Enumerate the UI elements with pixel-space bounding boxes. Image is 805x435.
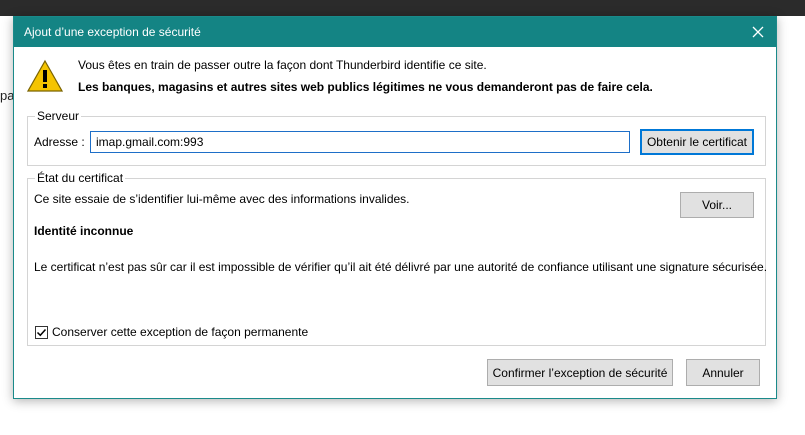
get-certificate-button[interactable]: Obtenir le certificat bbox=[640, 129, 754, 155]
address-label: Adresse : bbox=[34, 135, 85, 149]
server-group-label: Serveur bbox=[35, 109, 82, 123]
permanent-exception-label: Conserver cette exception de façon perma… bbox=[52, 325, 309, 339]
cert-status-group-label: État du certificat bbox=[35, 171, 126, 185]
view-certificate-button[interactable]: Voir... bbox=[680, 192, 754, 218]
cancel-button[interactable]: Annuler bbox=[686, 359, 760, 386]
permanent-exception-checkbox[interactable] bbox=[35, 325, 48, 339]
close-icon bbox=[752, 26, 764, 38]
warning-message: Vous êtes en train de passer outre la fa… bbox=[78, 58, 487, 72]
close-button[interactable] bbox=[740, 17, 776, 47]
identity-detail: Le certificat n’est pas sûr car il est i… bbox=[34, 260, 768, 274]
confirm-exception-button[interactable]: Confirmer l’exception de sécurité bbox=[487, 359, 673, 386]
checkmark-icon bbox=[36, 328, 47, 336]
dialog-title: Ajout d’une exception de sécurité bbox=[24, 25, 201, 39]
warning-triangle-icon bbox=[27, 59, 63, 92]
security-exception-dialog: Ajout d’une exception de sécurité Vous ê… bbox=[13, 16, 777, 399]
permanent-exception-checkbox-row[interactable]: Conserver cette exception de façon perma… bbox=[35, 325, 308, 339]
background-top-bar bbox=[0, 0, 805, 16]
warning-message-bold: Les banques, magasins et autres sites we… bbox=[78, 80, 653, 94]
address-input[interactable] bbox=[90, 131, 630, 153]
cert-status-message: Ce site essaie de s’identifier lui-même … bbox=[34, 192, 410, 206]
dialog-titlebar: Ajout d’une exception de sécurité bbox=[14, 17, 776, 47]
identity-title: Identité inconnue bbox=[34, 224, 134, 238]
